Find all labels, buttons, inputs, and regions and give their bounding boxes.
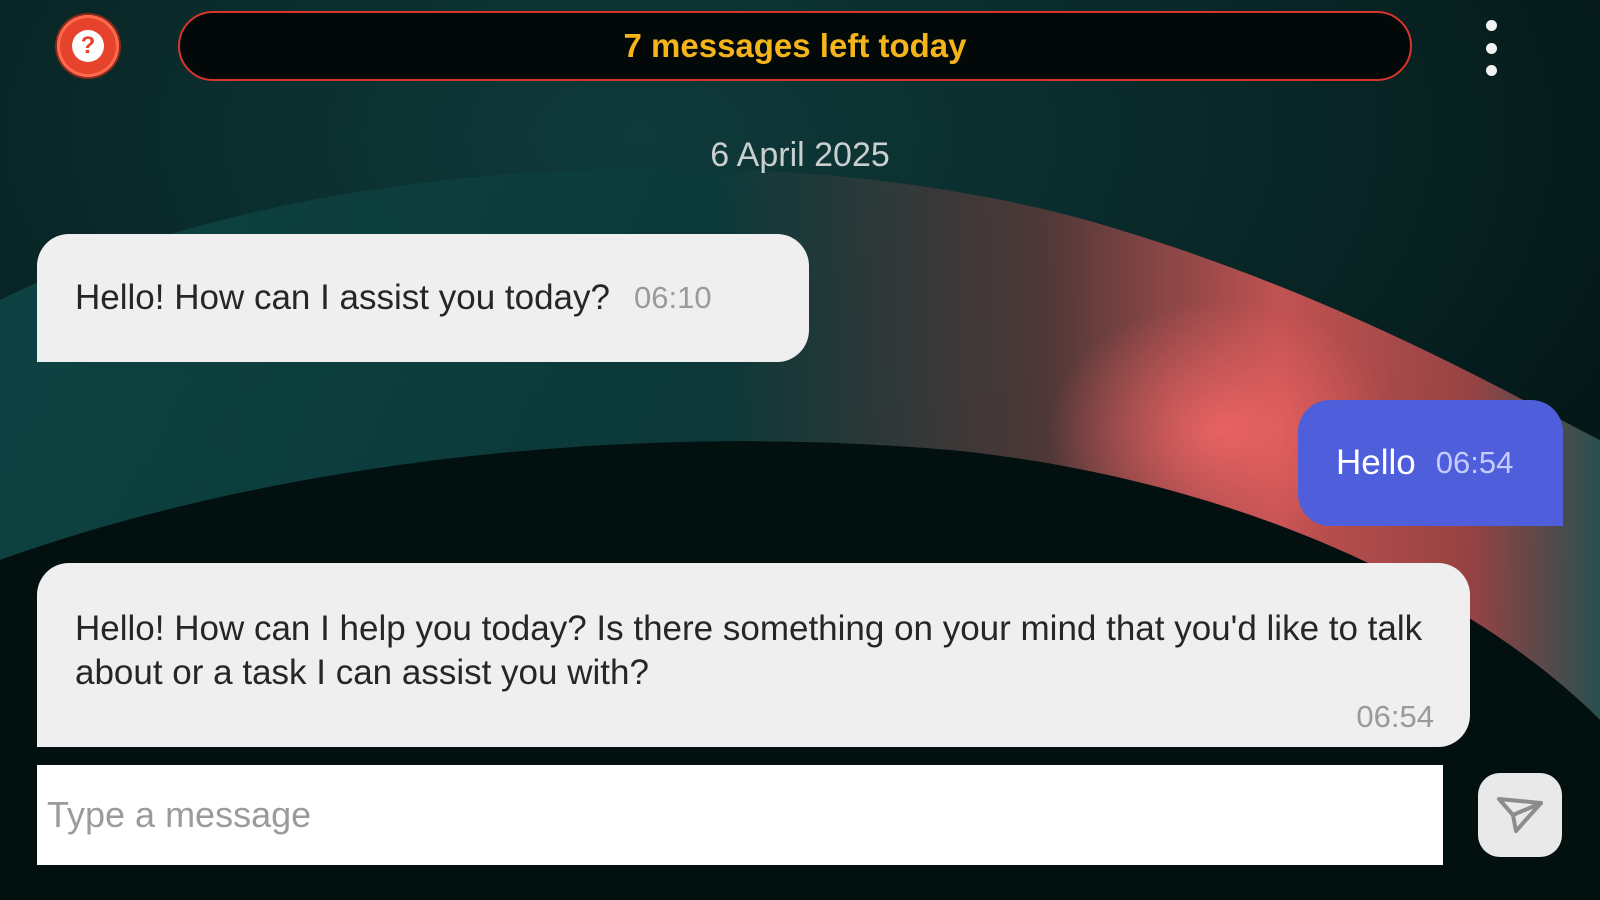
bot-message-bubble: Hello! How can I help you today? Is ther… xyxy=(37,563,1470,747)
user-message-bubble: Hello 06:54 xyxy=(1298,400,1563,526)
more-options-button[interactable] xyxy=(1478,20,1504,76)
send-button[interactable] xyxy=(1478,773,1562,857)
quota-text: 7 messages left today xyxy=(623,27,967,64)
send-icon xyxy=(1497,797,1543,833)
help-button[interactable]: ? xyxy=(57,15,119,77)
chat-screen: ? 7 messages left today 6 April 2025 Hel… xyxy=(0,0,1600,900)
message-text: Hello! How can I help you today? Is ther… xyxy=(75,609,1423,692)
more-vertical-icon xyxy=(1485,42,1497,54)
date-separator: 6 April 2025 xyxy=(710,136,890,174)
message-text: Hello xyxy=(1336,443,1416,482)
bot-message-bubble: Hello! How can I assist you today? 06:10 xyxy=(37,234,809,362)
message-time: 06:10 xyxy=(633,280,712,315)
message-input[interactable] xyxy=(37,765,1443,865)
messages-quota-banner: 7 messages left today xyxy=(178,11,1412,81)
more-vertical-icon xyxy=(1485,20,1497,31)
message-time: 06:54 xyxy=(1356,699,1434,734)
message-time: 06:54 xyxy=(1435,445,1514,480)
message-text: Hello! How can I assist you today? xyxy=(75,278,610,317)
question-mark-icon: ? xyxy=(72,30,104,62)
more-vertical-icon xyxy=(1485,65,1497,76)
